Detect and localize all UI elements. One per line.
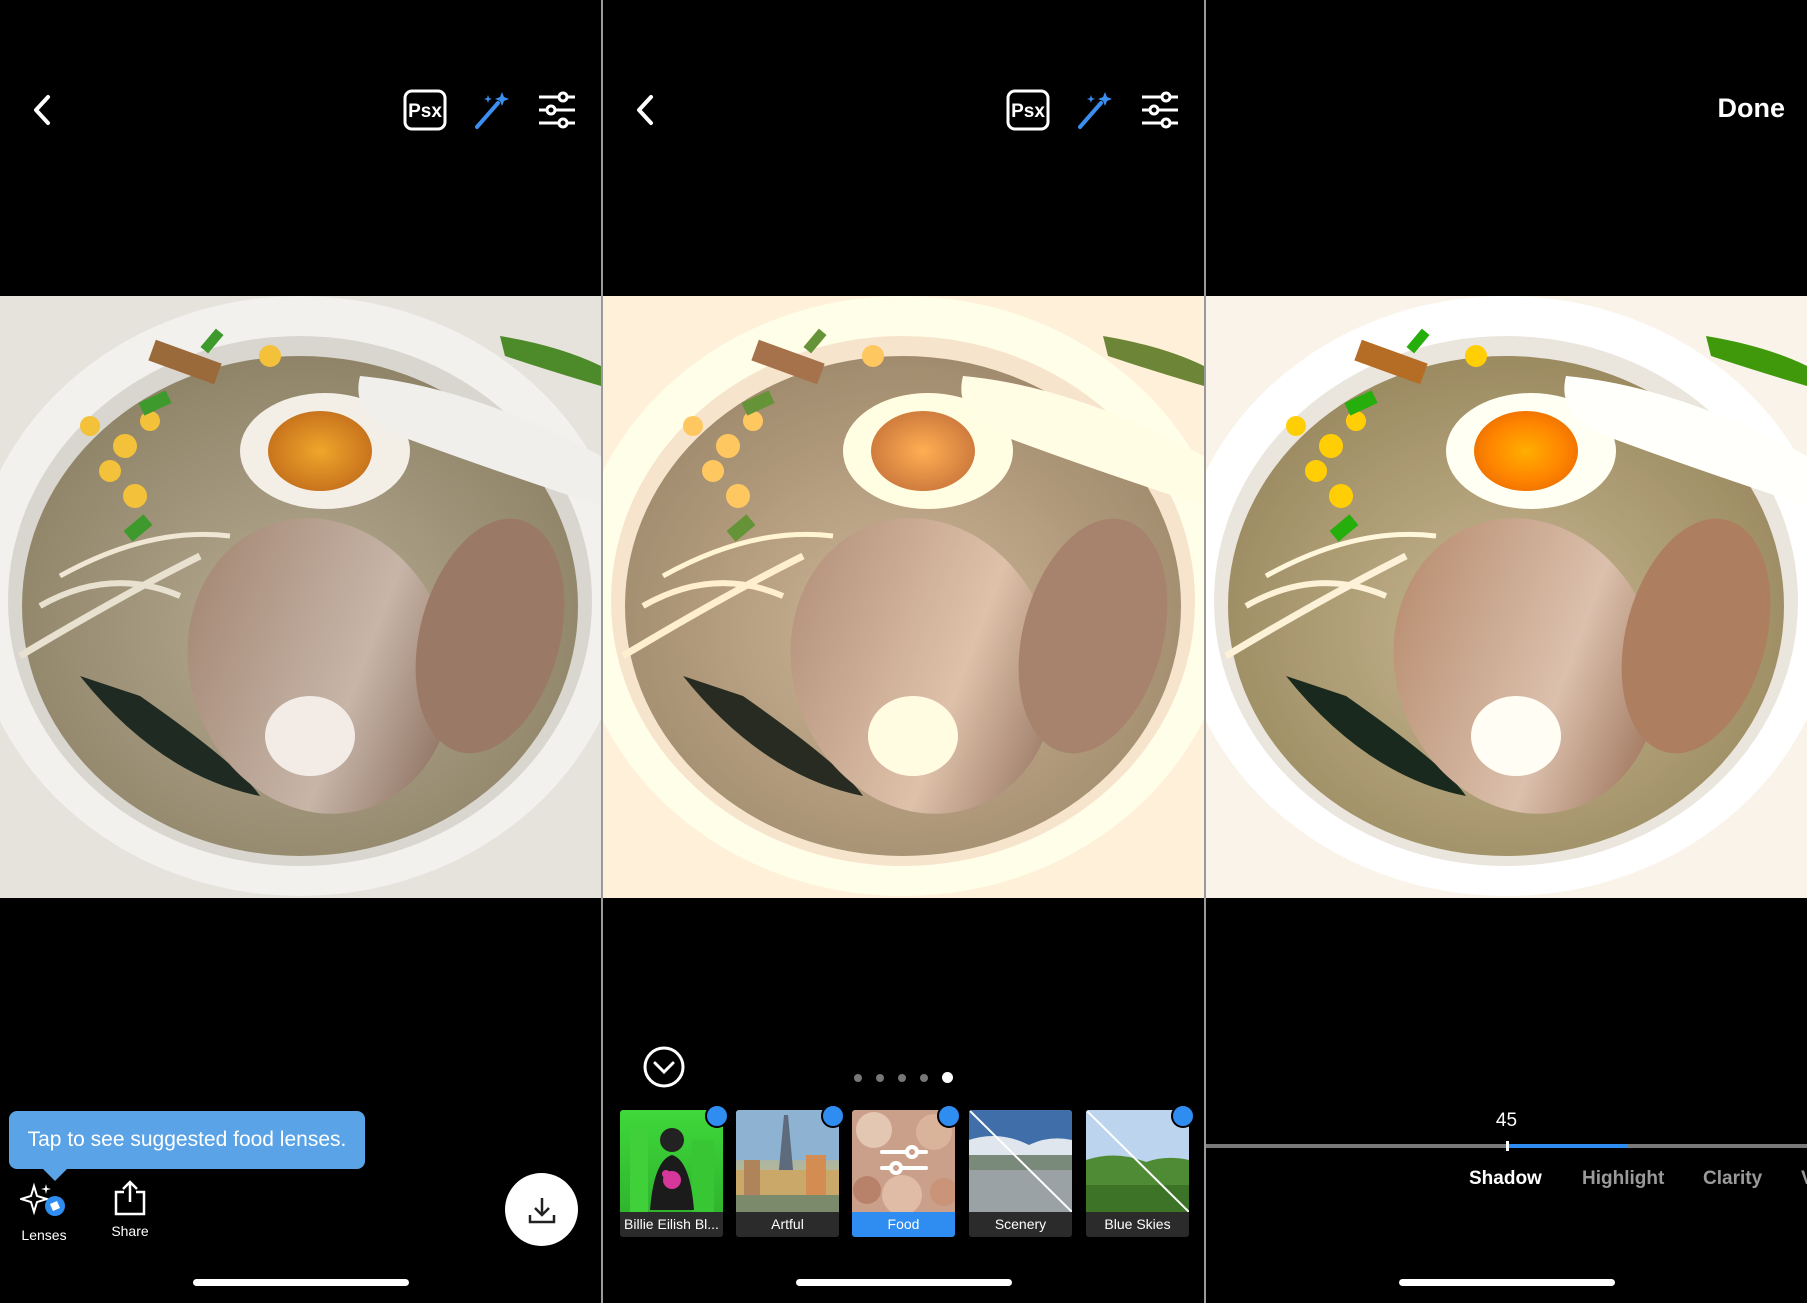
page-dot [942, 1072, 953, 1083]
lens-carousel[interactable]: Billie Eilish Bl... Artful Food Scenery [603, 1104, 1204, 1240]
cloud-download-icon [705, 1104, 729, 1128]
magic-wand-icon[interactable] [472, 89, 512, 131]
food-lenses-tooltip[interactable]: Tap to see suggested food lenses. [9, 1111, 365, 1181]
sliders-icon[interactable] [537, 91, 577, 129]
home-indicator [795, 1279, 1012, 1286]
adjust-slider-fill [1506, 1144, 1628, 1148]
slider-value: 45 [1495, 1110, 1518, 1131]
lens-thumbnail [1086, 1110, 1189, 1212]
home-indicator [192, 1279, 409, 1286]
share-label: Share [111, 1223, 149, 1239]
tooltip-text: Tap to see suggested food lenses. [27, 1128, 347, 1151]
lens-label: Billie Eilish Bl... [620, 1212, 723, 1237]
lens-label: Blue Skies [1086, 1212, 1189, 1237]
lens-page-indicator [603, 1072, 1204, 1083]
lenses-icon [17, 1182, 65, 1216]
back-chevron-icon[interactable] [633, 93, 661, 127]
photo-preview [603, 296, 1204, 898]
photo-preview [1206, 296, 1807, 898]
sliders-icon[interactable] [1140, 91, 1180, 129]
lens-item[interactable]: Billie Eilish Bl... [620, 1104, 729, 1237]
adjust-tabs: Shadow Highlight Clarity V [1206, 1168, 1807, 1198]
editor-panel-original: Psx Tap to see suggested food lenses. Le… [0, 0, 601, 1303]
back-chevron-icon[interactable] [30, 93, 58, 127]
lens-item-selected[interactable]: Food [852, 1104, 961, 1237]
lens-thumbnail [852, 1110, 955, 1212]
lens-thumbnail [969, 1110, 1072, 1212]
editor-panel-lenses: Psx Billie Eilish Bl... Artful Food Scen… [603, 0, 1204, 1303]
magic-wand-icon[interactable] [1075, 89, 1115, 131]
lens-label: Food [852, 1212, 955, 1237]
save-download-button[interactable] [505, 1173, 578, 1246]
svg-text:Psx: Psx [408, 101, 442, 122]
page-dot [876, 1073, 884, 1082]
lens-item[interactable]: Artful [736, 1104, 845, 1237]
done-button[interactable]: Done [1718, 93, 1786, 124]
adjust-slider-thumb[interactable] [1505, 1141, 1509, 1151]
share-icon [114, 1180, 146, 1216]
page-dot [854, 1073, 862, 1082]
lens-item[interactable]: Scenery [969, 1110, 1072, 1237]
home-indicator [1398, 1279, 1615, 1286]
filter-sliders-icon [880, 1145, 928, 1175]
psx-icon[interactable]: Psx [403, 89, 447, 131]
psx-icon[interactable]: Psx [1006, 89, 1050, 131]
page-dot [920, 1073, 928, 1082]
tab-shadow[interactable]: Shadow [1469, 1168, 1542, 1190]
lens-label: Artful [736, 1212, 839, 1237]
photo-preview [0, 296, 601, 898]
lens-thumbnail [620, 1110, 723, 1212]
lens-item[interactable]: Blue Skies [1086, 1104, 1195, 1237]
cloud-download-icon [821, 1104, 845, 1128]
page-dot [898, 1073, 906, 1082]
share-button[interactable]: Share [106, 1180, 154, 1239]
lenses-label: Lenses [21, 1227, 67, 1243]
tab-next[interactable]: V [1801, 1168, 1807, 1190]
tab-highlight[interactable]: Highlight [1582, 1168, 1664, 1190]
tab-clarity[interactable]: Clarity [1703, 1168, 1762, 1190]
cloud-download-icon [1171, 1104, 1195, 1128]
lens-label: Scenery [969, 1212, 1072, 1237]
editor-panel-adjust: Done 45 Shadow Highlight Clarity V [1206, 0, 1807, 1303]
suggested-lens-icon [937, 1104, 961, 1128]
download-icon [528, 1197, 555, 1223]
lens-thumbnail [736, 1110, 839, 1212]
svg-text:Psx: Psx [1011, 101, 1045, 122]
lenses-button[interactable]: Lenses [17, 1182, 70, 1243]
